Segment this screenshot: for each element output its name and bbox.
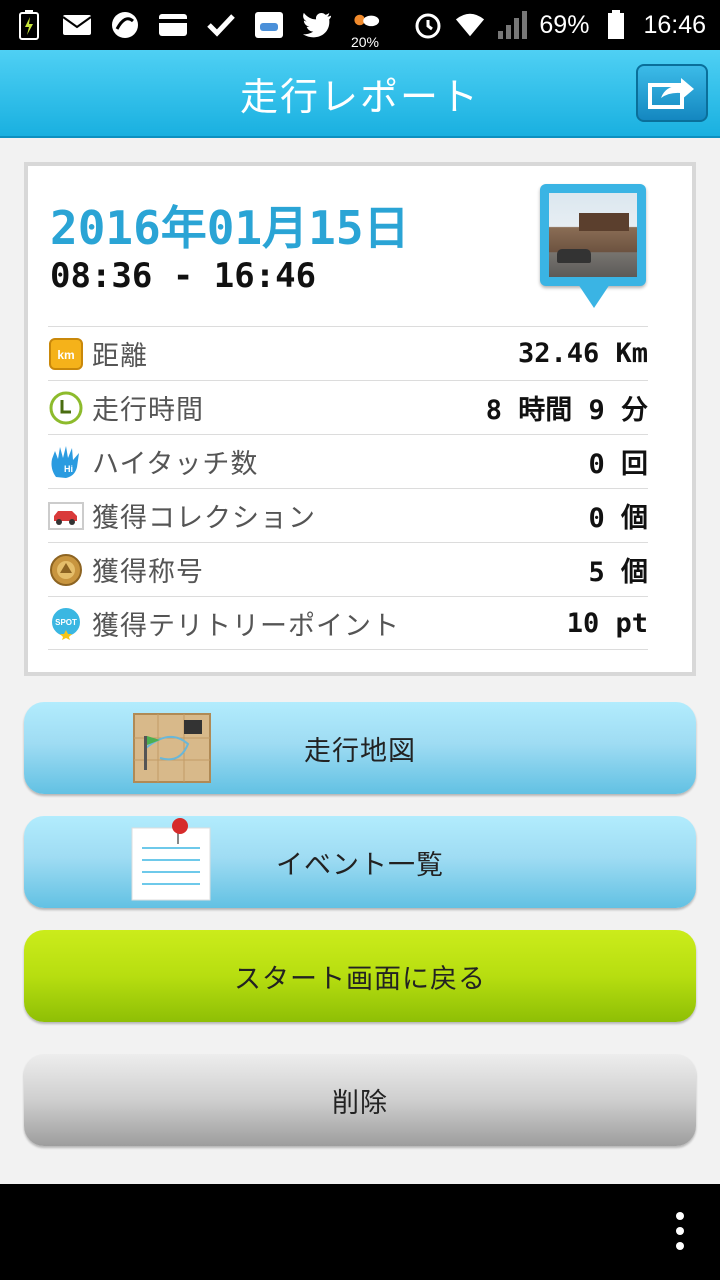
spot-icon: SPOT bbox=[48, 605, 84, 641]
stat-row-drive-time: 走行時間 8 時間 9 分 bbox=[48, 380, 648, 434]
photo-car bbox=[557, 249, 591, 263]
overflow-menu-icon[interactable] bbox=[674, 1212, 686, 1252]
stat-value: 10 pt bbox=[566, 607, 648, 639]
battery-icon bbox=[601, 10, 631, 40]
stat-label: 走行時間 bbox=[92, 395, 204, 426]
car-collection-icon bbox=[48, 498, 84, 534]
report-date: 2016年01月15日 bbox=[50, 201, 410, 255]
event-list-label: イベント一覧 bbox=[276, 849, 444, 881]
clock: 16:46 bbox=[643, 10, 706, 39]
svg-text:Hi: Hi bbox=[64, 464, 73, 474]
stat-label: 獲得称号 bbox=[92, 557, 204, 588]
report-time-range: 08:36 - 16:46 bbox=[50, 256, 317, 296]
drive-map-label: 走行地図 bbox=[304, 735, 416, 767]
stat-label: ハイタッチ数 bbox=[92, 449, 259, 480]
stat-value: 0 個 bbox=[588, 503, 648, 534]
stat-value: 0 回 bbox=[588, 449, 648, 480]
back-to-start-button[interactable]: スタート画面に戻る bbox=[24, 930, 696, 1022]
km-icon: km bbox=[48, 336, 84, 372]
delete-button[interactable]: 削除 bbox=[24, 1054, 696, 1146]
header-bar: 走行レポート bbox=[0, 50, 720, 138]
screen: 20% 69% 16:46 走行レポート 2016年01月15日 08:36 -… bbox=[0, 0, 720, 1280]
app-icon bbox=[254, 10, 284, 40]
drive-map-button[interactable]: 走行地図 bbox=[24, 702, 696, 794]
battery-charging-icon bbox=[14, 10, 44, 40]
sync-icon bbox=[110, 10, 140, 40]
stat-row-titles: 獲得称号 5 個 bbox=[48, 542, 648, 596]
location-photo bbox=[549, 193, 637, 277]
battery-percent: 69% bbox=[539, 10, 590, 39]
clock-icon bbox=[48, 390, 84, 426]
svg-text:SPOT: SPOT bbox=[55, 618, 77, 627]
weather-percent: 20% bbox=[350, 34, 380, 50]
memo-pin-icon bbox=[131, 818, 211, 901]
stat-row-collection: 獲得コレクション 0 個 bbox=[48, 488, 648, 542]
mail-icon bbox=[62, 10, 92, 40]
map-icon bbox=[133, 713, 211, 783]
wifi-icon bbox=[455, 10, 485, 40]
delete-label: 削除 bbox=[332, 1087, 388, 1119]
alarm-icon bbox=[413, 10, 443, 40]
signal-icon bbox=[497, 10, 528, 40]
location-photo-pin[interactable] bbox=[538, 182, 650, 316]
photo-building bbox=[579, 213, 629, 231]
stat-label: 獲得テリトリーポイント bbox=[92, 610, 400, 642]
stats-list: km 距離 32.46 Km 走行時間 8 時間 9 分 Hi ハイタッチ数 0… bbox=[48, 326, 648, 650]
navigation-bar bbox=[0, 1184, 720, 1280]
stat-row-distance: km 距離 32.46 Km bbox=[48, 326, 648, 380]
photo-frame bbox=[540, 184, 646, 286]
stat-value: 8 時間 9 分 bbox=[485, 395, 648, 426]
stat-label: 距離 bbox=[92, 341, 148, 372]
share-button[interactable] bbox=[636, 64, 708, 122]
check-icon bbox=[206, 10, 236, 40]
stat-row-high-touch: Hi ハイタッチ数 0 回 bbox=[48, 434, 648, 488]
svg-text:km: km bbox=[57, 348, 74, 362]
back-to-start-label: スタート画面に戻る bbox=[234, 963, 486, 995]
report-card: 2016年01月15日 08:36 - 16:46 km 距離 32.46 Km bbox=[24, 162, 696, 676]
twitter-icon bbox=[302, 10, 332, 40]
status-bar: 20% 69% 16:46 bbox=[0, 0, 720, 50]
stat-value: 5 個 bbox=[588, 557, 648, 588]
event-list-button[interactable]: イベント一覧 bbox=[24, 816, 696, 908]
stat-row-territory-points: SPOT 獲得テリトリーポイント 10 pt bbox=[48, 596, 648, 650]
stat-value: 32.46 Km bbox=[517, 338, 648, 369]
high-touch-icon: Hi bbox=[48, 444, 84, 480]
stat-label: 獲得コレクション bbox=[92, 503, 316, 534]
weather-icon: 20% bbox=[350, 10, 380, 50]
page-title: 走行レポート bbox=[239, 74, 480, 119]
title-medal-icon bbox=[48, 552, 84, 588]
pin-pointer bbox=[578, 284, 610, 308]
share-icon bbox=[648, 78, 694, 109]
pass-icon bbox=[158, 10, 188, 40]
